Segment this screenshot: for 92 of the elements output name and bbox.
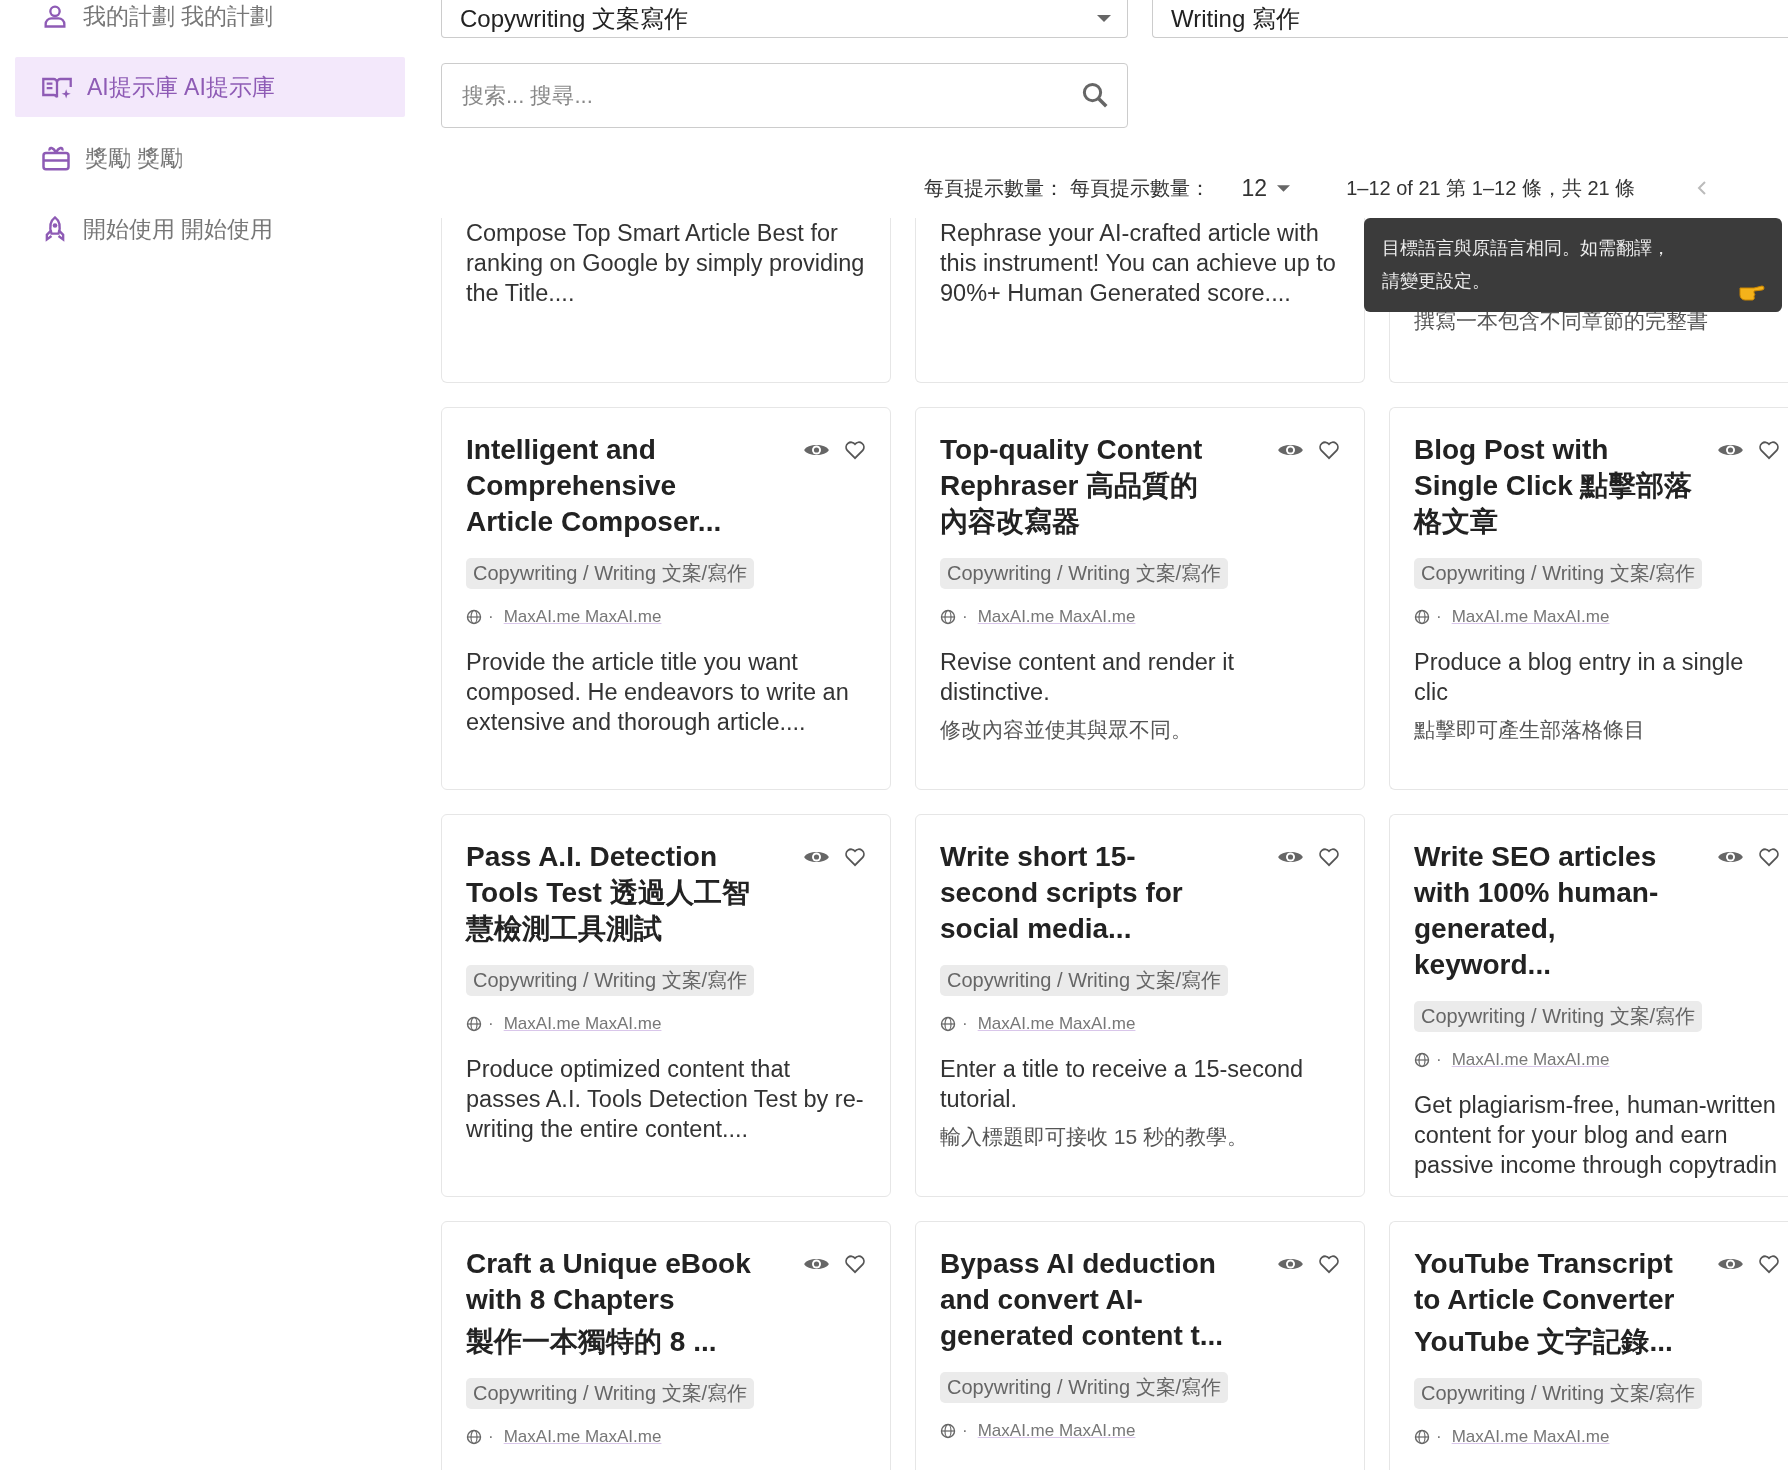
card-description: 修改內容並使其與眾不同。	[940, 717, 1192, 743]
heart-icon[interactable]	[1758, 440, 1780, 460]
separator-dot: ·	[488, 1014, 494, 1034]
card-description: 輸入標題即可接收 15 秒的教學。	[940, 1124, 1249, 1150]
rows-per-page-select[interactable]: 12	[1241, 174, 1291, 202]
separator-dot: ·	[962, 1421, 968, 1441]
prompt-card[interactable]	[1389, 814, 1788, 1197]
card-description: Compose Top Smart Article Best for ranking on Google by simply providing the Title....	[466, 219, 866, 308]
category-tag: Copywriting / Writing 文案/寫作	[940, 1372, 1229, 1403]
separator-dot: ·	[488, 607, 494, 627]
heart-icon[interactable]	[1758, 1254, 1780, 1274]
caret-icon	[1277, 184, 1291, 192]
card-description: 點擊即可產生部落格條目	[1414, 717, 1645, 743]
separator-dot: ·	[488, 1427, 494, 1447]
category-tag: Copywriting / Writing 文案/寫作	[466, 1378, 755, 1409]
search-icon	[1080, 80, 1110, 110]
prompt-card[interactable]: Write short 15-second scripts for social media... Copywriting / Writing 文案/寫作 · MaxAI.me MaxAI.me Enter a title to receive a 15-second tutorial. 輸入標題即可接收 15 秒的教學。	[915, 814, 1365, 1197]
category-dropdown[interactable]: Writing 寫作	[1152, 0, 1788, 38]
globe-icon	[1414, 609, 1430, 625]
prompt-card[interactable]: YouTube Transcript to Article Converter YouTube 文字記錄... Copywriting / Writing 文案/寫作 · MaxAI.me MaxAI.me	[1389, 1221, 1788, 1470]
search-field[interactable]: 搜索... 搜尋...	[441, 63, 1128, 128]
prompt-card[interactable]: Top-quality Content Rephraser 高品質的內容改寫器 Copywriting / Writing 文案/寫作 · MaxAI.me MaxAI.me Revise content and render it distinctive. 修改內容並使其與眾不同。	[915, 407, 1365, 790]
globe-icon	[466, 609, 482, 625]
card-title: Craft a Unique eBook with 8 Chapters	[466, 1247, 751, 1317]
globe-icon	[940, 1423, 956, 1439]
card-description: Produce a blog entry in a single clic	[1414, 648, 1745, 707]
sidebar-item[interactable]: 我的計劃 我的計劃	[15, 0, 405, 46]
card-title: Write SEO articles with 100% human-generated, keyword...	[1414, 840, 1660, 982]
category-tag: Copywriting / Writing 文案/寫作	[466, 558, 755, 589]
source-link[interactable]: MaxAI.me MaxAI.me	[977, 607, 1136, 627]
category-tag: Copywriting / Writing 文案/寫作	[1414, 558, 1703, 589]
card-title: YouTube Transcript to Article Converter	[1414, 1247, 1676, 1317]
category-tag: Copywriting / Writing 文案/寫作	[1414, 1001, 1703, 1032]
source-link[interactable]: MaxAI.me MaxAI.me	[1451, 1427, 1610, 1447]
globe-icon	[466, 1016, 482, 1032]
card-description: Enter a title to receive a 15-second tutorial.	[940, 1055, 1305, 1114]
separator-dot: ·	[1436, 607, 1442, 627]
category-tag: Copywriting / Writing 文案/寫作	[466, 965, 755, 996]
sidebar-item[interactable]: AI提示庫 AI提示庫	[15, 57, 405, 117]
heart-icon[interactable]	[1318, 440, 1340, 460]
card-description: Rephrase your AI-crafted article with this instrument! You can achieve up to 90%+ Human Generated score....	[940, 219, 1337, 308]
heart-icon[interactable]	[1318, 1254, 1340, 1274]
card-title: Top-quality Content Rephraser 高品質的內容改寫器	[940, 433, 1204, 539]
prompt-card[interactable]	[441, 407, 891, 790]
heart-icon[interactable]	[1318, 847, 1340, 867]
prompt-card[interactable]: Compose Top Smart Article Best for ranking on Google by simply providing the Title....	[441, 218, 891, 383]
card-description: Revise content and render it distinctive.	[940, 648, 1235, 707]
page-range: 1–12 of 21 第 1–12 條，共 21 條	[1346, 175, 1636, 201]
prompt-card[interactable]: Craft a Unique eBook with 8 Chapters 製作一本獨特的 8 ... Copywriting / Writing 文案/寫作 · MaxAI.me MaxAI.me	[441, 1221, 891, 1470]
source-link[interactable]: MaxAI.me MaxAI.me	[977, 1014, 1136, 1034]
globe-icon	[940, 1016, 956, 1032]
separator-dot: ·	[962, 1014, 968, 1034]
card-description: Produce optimized content that passes A.I. Tools Detection Test by re-writing the entire content....	[466, 1055, 865, 1144]
card-title: Write short 15-second scripts for social media...	[940, 840, 1184, 946]
category-tag: Copywriting / Writing 文案/寫作	[1414, 1378, 1703, 1409]
rows-per-page-label: 每頁提示數量： 每頁提示數量：	[924, 175, 1210, 201]
card-description: Get plagiarism-free, human-written content for your blog and earn passive income through copytradin	[1414, 1091, 1779, 1180]
sidebar-item[interactable]: 開始使用 開始使用	[15, 199, 405, 259]
heart-icon[interactable]	[1758, 847, 1780, 867]
source-link[interactable]: MaxAI.me MaxAI.me	[503, 1014, 662, 1034]
card-description: Provide the article title you want composed. He endeavors to write an extensive and thorough article....	[466, 648, 850, 737]
separator-dot: ·	[962, 607, 968, 627]
prompt-card[interactable]: Pass A.I. Detection Tools Test 透過人工智慧檢測工具測試 Copywriting / Writing 文案/寫作 · MaxAI.me MaxAI.me Produce optimized content that passes A.I. Tools Detection Test by re-writing the entire content....	[441, 814, 891, 1197]
card-title: Intelligent and Comprehensive Article Composer...	[466, 433, 723, 539]
tooltip: 目標語言與原語言相同。如需翻譯，請變更設定。	[1364, 218, 1782, 312]
source-link[interactable]: MaxAI.me MaxAI.me	[1451, 1050, 1610, 1070]
separator-dot: ·	[1436, 1050, 1442, 1070]
prompt-card[interactable]: Blog Post with Single Click 點擊部落格文章 Copywriting / Writing 文案/寫作 · MaxAI.me MaxAI.me Produce a blog entry in a single clic 點擊即可產生部落格條目	[1389, 407, 1788, 790]
card-title: YouTube 文字記錄...	[1414, 1325, 1674, 1359]
heart-icon[interactable]	[844, 847, 866, 867]
chevron-left-icon	[1697, 180, 1708, 196]
source-link[interactable]: MaxAI.me MaxAI.me	[503, 607, 662, 627]
sidebar-item[interactable]: 獎勵 獎勵	[15, 128, 405, 188]
prompt-card[interactable]: Bypass AI deduction and convert AI-generated content t... Copywriting / Writing 文案/寫作 · MaxAI.me MaxAI.me	[915, 1221, 1365, 1470]
globe-icon	[1414, 1052, 1430, 1068]
source-link[interactable]: MaxAI.me MaxAI.me	[503, 1427, 662, 1447]
category-tag: Copywriting / Writing 文案/寫作	[940, 965, 1229, 996]
card-title: Pass A.I. Detection Tools Test 透過人工智慧檢測工具測試	[466, 840, 751, 946]
globe-icon	[466, 1429, 482, 1445]
separator-dot: ·	[1436, 1427, 1442, 1447]
category-dropdown[interactable]: Copywriting 文案寫作	[441, 0, 1128, 38]
category-tag: Copywriting / Writing 文案/寫作	[940, 558, 1229, 589]
heart-icon[interactable]	[844, 440, 866, 460]
card-title: Bypass AI deduction and convert AI-generated content t...	[940, 1247, 1225, 1353]
card-title: 製作一本獨特的 8 ...	[466, 1325, 718, 1359]
source-link[interactable]: MaxAI.me MaxAI.me	[1451, 607, 1610, 627]
globe-icon	[940, 609, 956, 625]
card-title: Blog Post with Single Click 點擊部落格文章	[1414, 433, 1694, 539]
globe-icon	[1414, 1429, 1430, 1445]
heart-icon[interactable]	[844, 1254, 866, 1274]
source-link[interactable]: MaxAI.me MaxAI.me	[977, 1421, 1136, 1441]
caret-icon	[1097, 15, 1111, 22]
